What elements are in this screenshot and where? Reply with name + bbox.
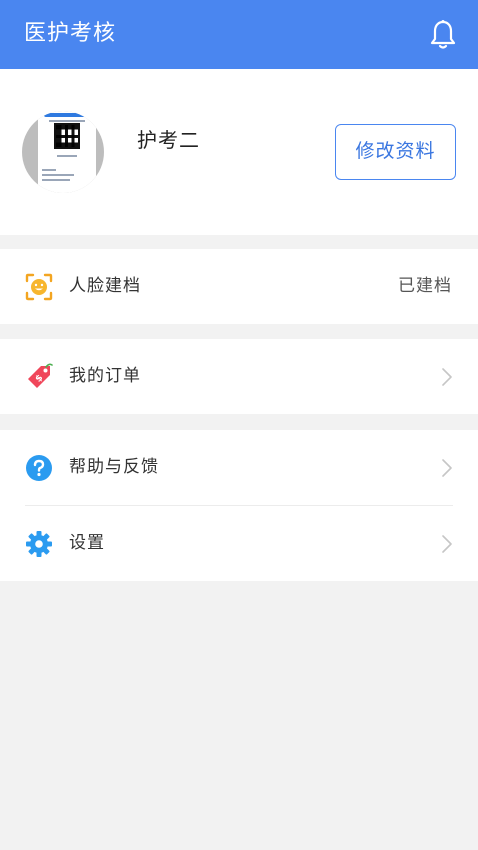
- chevron-right-icon: [442, 459, 452, 477]
- help-feedback-label: 帮助与反馈: [69, 457, 159, 477]
- chevron-right-icon: [442, 368, 452, 386]
- face-scan-icon: [25, 273, 53, 301]
- price-tag-icon: $: [28, 363, 53, 388]
- username: 护考二: [137, 128, 200, 152]
- bell-icon[interactable]: [430, 19, 456, 51]
- help-circle-icon: [26, 455, 52, 481]
- help-feedback-row[interactable]: 帮助与反馈: [0, 430, 478, 505]
- face-section: 人脸建档 已建档: [0, 249, 478, 324]
- chevron-right-icon: [442, 535, 452, 553]
- support-section: 帮助与反馈 设置: [0, 430, 478, 581]
- my-orders-label: 我的订单: [69, 366, 141, 386]
- my-orders-row[interactable]: $ 我的订单: [0, 339, 478, 414]
- orders-section: $ 我的订单: [0, 339, 478, 414]
- gear-icon: [26, 531, 52, 557]
- face-record-label: 人脸建档: [69, 276, 141, 296]
- edit-profile-button[interactable]: 修改资料: [335, 124, 456, 180]
- avatar[interactable]: [22, 111, 104, 193]
- profile-card: 护考二 修改资料: [0, 69, 478, 235]
- face-record-status: 已建档: [398, 276, 452, 296]
- settings-row[interactable]: 设置: [0, 506, 478, 581]
- app-title: 医护考核: [24, 21, 117, 46]
- settings-label: 设置: [69, 533, 105, 553]
- app-bar: 医护考核: [0, 0, 478, 69]
- face-record-row[interactable]: 人脸建档 已建档: [0, 249, 478, 324]
- avatar-image: [38, 111, 96, 193]
